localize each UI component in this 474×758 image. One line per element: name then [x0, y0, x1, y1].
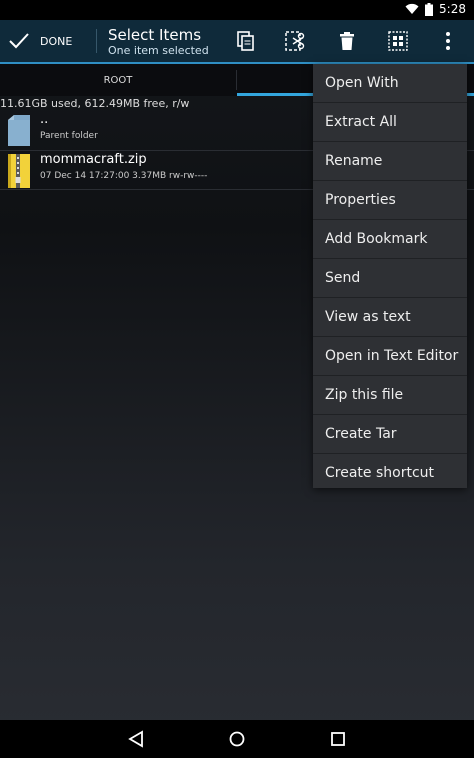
menu-item-open-with[interactable]: Open With — [313, 64, 467, 103]
delete-button[interactable] — [335, 29, 359, 53]
menu-item-rename[interactable]: Rename — [313, 142, 467, 181]
copy-button[interactable] — [234, 29, 258, 53]
menu-item-create-shortcut[interactable]: Create shortcut — [313, 454, 467, 492]
check-icon — [9, 33, 29, 49]
recents-button[interactable] — [328, 729, 348, 749]
delete-icon — [340, 32, 354, 50]
menu-item-send[interactable]: Send — [313, 259, 467, 298]
copy-icon — [237, 31, 254, 51]
home-button[interactable] — [227, 729, 247, 749]
wifi-icon — [405, 3, 419, 15]
menu-item-open-in-text-editor[interactable]: Open in Text Editor — [313, 337, 467, 376]
overflow-menu-icon — [446, 32, 450, 50]
selection-subtitle: One item selected — [108, 44, 209, 57]
menu-item-properties[interactable]: Properties — [313, 181, 467, 220]
overflow-popup-menu: Open With Extract All Rename Properties … — [313, 64, 467, 488]
tab-root-label: ROOT — [103, 74, 133, 86]
back-button[interactable] — [126, 729, 146, 749]
folder-icon — [8, 115, 30, 146]
file-meta: Parent folder — [40, 131, 98, 141]
done-label: DONE — [40, 34, 73, 48]
action-bar: DONE Select Items One item selected — [0, 20, 474, 62]
selection-title-block: Select Items One item selected — [108, 26, 209, 58]
cut-icon — [285, 31, 305, 51]
storage-info: 11.61GB used, 612.49MB free, r/w — [0, 97, 190, 110]
menu-item-create-tar[interactable]: Create Tar — [313, 415, 467, 454]
tab-root[interactable]: ROOT — [0, 64, 236, 96]
action-bar-divider — [96, 29, 97, 53]
status-bar: 5:28 — [0, 0, 474, 20]
overflow-menu-button[interactable] — [436, 29, 460, 53]
selection-title: Select Items — [108, 26, 202, 44]
home-icon — [229, 731, 245, 747]
select-all-icon — [388, 31, 408, 51]
file-name: .. — [40, 112, 49, 127]
navigation-bar — [0, 720, 474, 758]
select-all-button[interactable] — [386, 29, 410, 53]
recents-icon — [331, 732, 345, 746]
status-time: 5:28 — [439, 2, 466, 16]
status-icons: 5:28 — [405, 2, 466, 16]
zip-file-icon — [8, 154, 30, 188]
back-icon — [128, 730, 143, 748]
file-meta: 07 Dec 14 17:27:00 3.37MB rw-rw---- — [40, 171, 208, 181]
battery-icon — [425, 2, 434, 16]
done-button[interactable]: DONE — [8, 20, 72, 62]
file-name: mommacraft.zip — [40, 152, 147, 167]
menu-item-extract-all[interactable]: Extract All — [313, 103, 467, 142]
menu-item-view-as-text[interactable]: View as text — [313, 298, 467, 337]
menu-item-add-bookmark[interactable]: Add Bookmark — [313, 220, 467, 259]
menu-item-zip-this-file[interactable]: Zip this file — [313, 376, 467, 415]
cut-button[interactable] — [284, 29, 308, 53]
